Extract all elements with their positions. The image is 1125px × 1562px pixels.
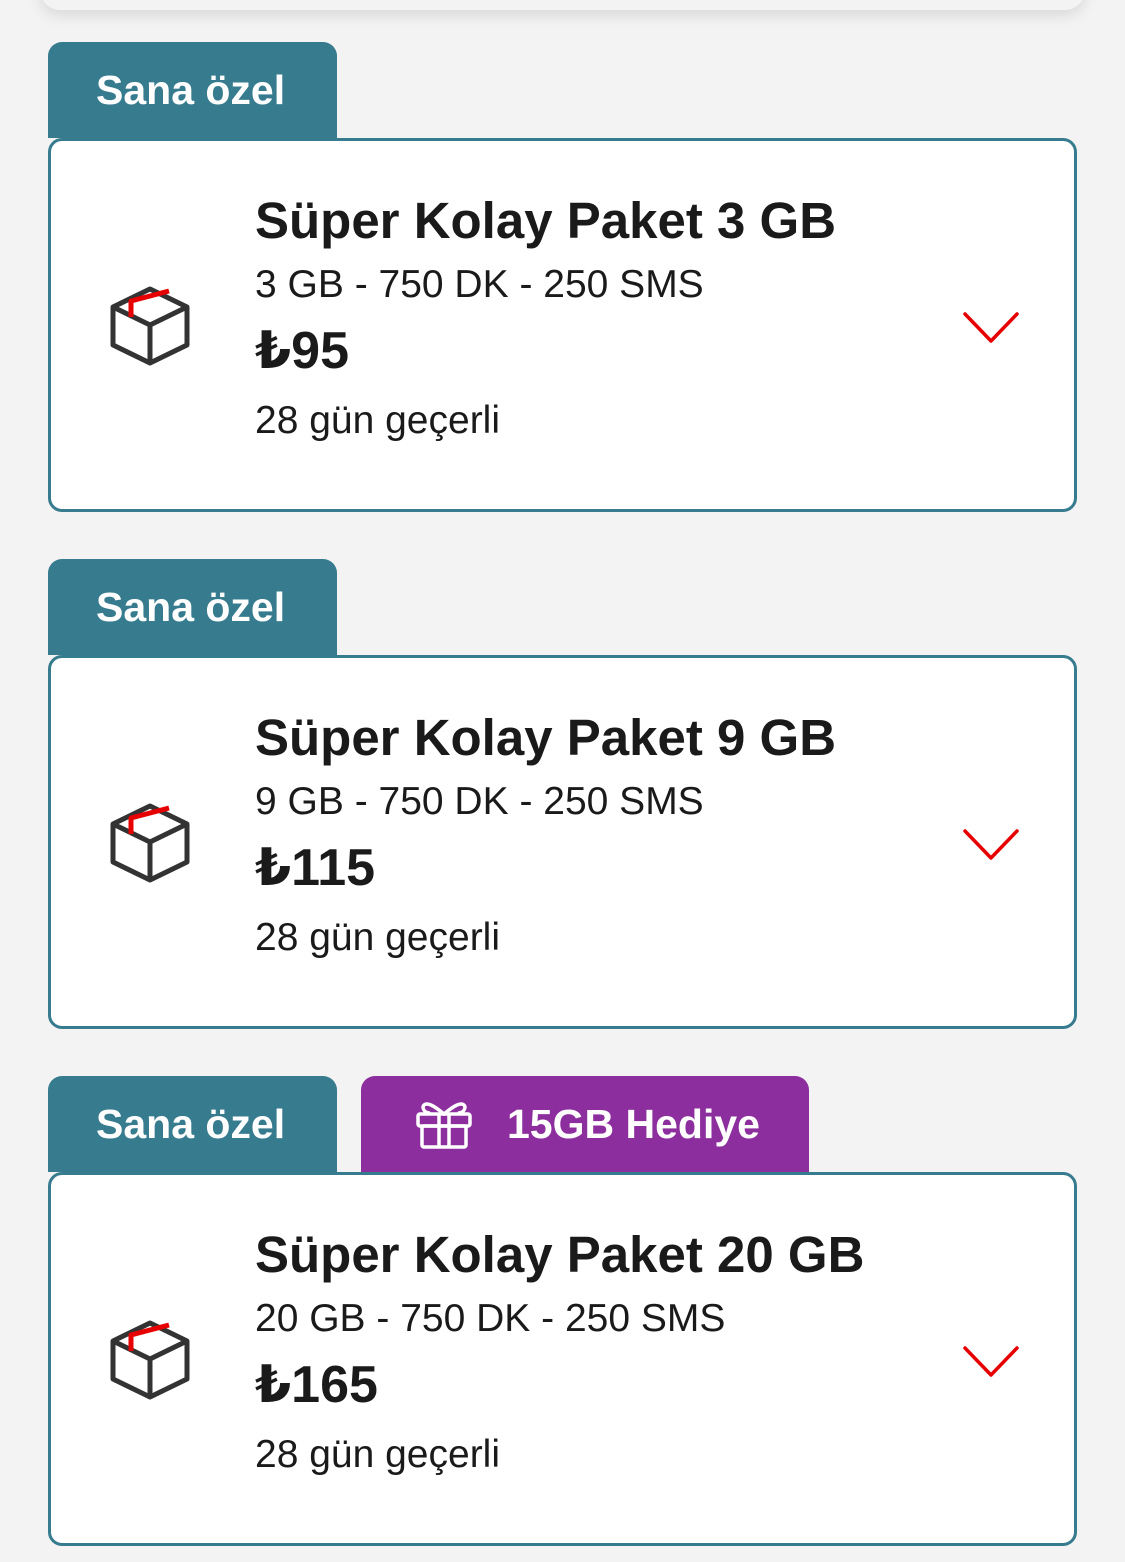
package-info: Süper Kolay Paket 3 GB 3 GB - 750 DK - 2… (255, 189, 836, 447)
special-offer-label: Sana özel (96, 1100, 286, 1147)
package-title: Süper Kolay Paket 9 GB (255, 709, 837, 766)
special-offer-tag: Sana özel (48, 1076, 337, 1172)
special-offer-label: Sana özel (96, 66, 286, 113)
chevron-down-icon[interactable] (962, 311, 1020, 345)
special-offer-tag: Sana özel (48, 559, 337, 655)
package-validity: 28 gün geçerli (255, 399, 501, 442)
package-info: Süper Kolay Paket 9 GB 9 GB - 750 DK - 2… (255, 706, 836, 964)
package-tags: Sana özel (48, 559, 1077, 655)
package-title: Süper Kolay Paket 20 GB (255, 1226, 865, 1283)
package-card-body[interactable]: Süper Kolay Paket 3 GB 3 GB - 750 DK - 2… (48, 138, 1077, 512)
package-box-icon (110, 1320, 190, 1400)
package-card-body[interactable]: Süper Kolay Paket 9 GB 9 GB - 750 DK - 2… (48, 655, 1077, 1029)
package-price: ₺115 (255, 839, 376, 897)
chevron-down-icon[interactable] (962, 1345, 1020, 1379)
package-box-icon (110, 286, 190, 366)
package-box-icon (110, 803, 190, 883)
package-validity: 28 gün geçerli (255, 916, 501, 959)
package-validity: 28 gün geçerli (255, 1433, 501, 1476)
package-card-3gb: Sana özel Süper Kolay Paket 3 GB 3 GB - … (48, 42, 1077, 512)
package-details: 3 GB - 750 DK - 250 SMS (255, 263, 704, 306)
special-offer-label: Sana özel (96, 583, 286, 630)
previous-section-edge (40, 0, 1085, 10)
package-title: Süper Kolay Paket 3 GB (255, 192, 837, 249)
package-price: ₺95 (255, 322, 350, 380)
package-card-20gb: Sana özel 15GB Hediye Süper Kolay Paket … (48, 1076, 1077, 1546)
package-card-9gb: Sana özel Süper Kolay Paket 9 GB 9 GB - … (48, 559, 1077, 1029)
chevron-down-icon[interactable] (962, 828, 1020, 862)
package-info: Süper Kolay Paket 20 GB 20 GB - 750 DK -… (255, 1223, 864, 1481)
package-card-body[interactable]: Süper Kolay Paket 20 GB 20 GB - 750 DK -… (48, 1172, 1077, 1546)
package-price: ₺165 (255, 1356, 378, 1414)
package-details: 20 GB - 750 DK - 250 SMS (255, 1297, 726, 1340)
gift-tag: 15GB Hediye (361, 1076, 809, 1172)
package-details: 9 GB - 750 DK - 250 SMS (255, 780, 704, 823)
package-tags: Sana özel (48, 42, 1077, 138)
special-offer-tag: Sana özel (48, 42, 337, 138)
gift-label: 15GB Hediye (507, 1100, 760, 1147)
package-tags: Sana özel 15GB Hediye (48, 1076, 1077, 1172)
gift-icon (416, 1102, 472, 1149)
